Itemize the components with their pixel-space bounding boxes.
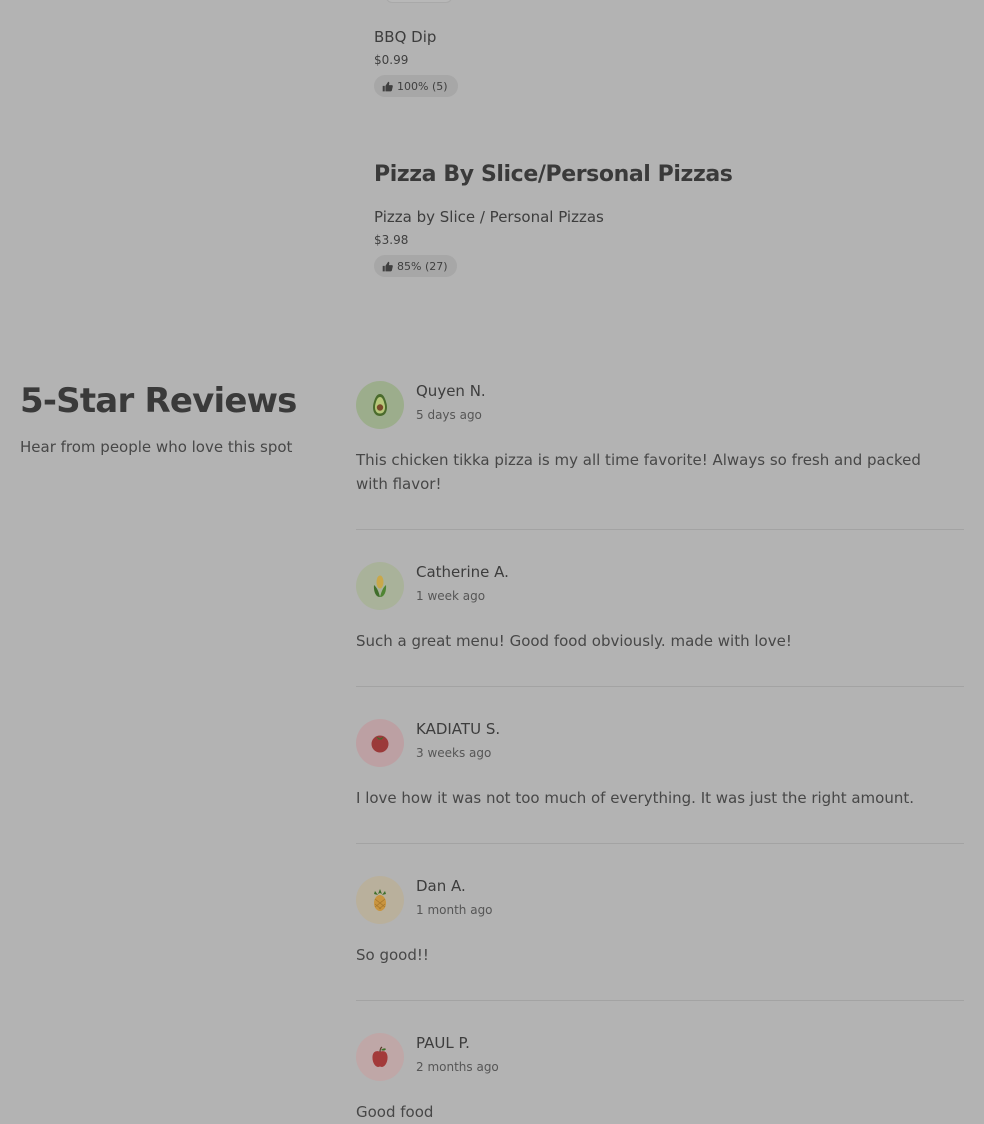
reviewer-name: Catherine A.	[416, 563, 509, 581]
rating-badge: 100% (5)	[374, 75, 458, 97]
review-divider	[356, 686, 964, 687]
category-title: Pizza By Slice/Personal Pizzas	[374, 162, 733, 187]
item-price: $0.99	[374, 53, 409, 67]
review-divider	[356, 529, 964, 530]
item-image-bottom-edge	[386, 0, 452, 3]
review-date: 3 weeks ago	[416, 746, 492, 760]
corn-icon	[373, 575, 387, 597]
review-text: Good food	[356, 1103, 434, 1121]
pineapple-icon	[374, 889, 386, 911]
reviews-heading: 5-Star Reviews	[20, 381, 297, 421]
review-date: 2 months ago	[416, 1060, 499, 1074]
review-text: So good!!	[356, 946, 429, 964]
rating-text: 85% (27)	[397, 259, 448, 273]
review-date: 5 days ago	[416, 408, 482, 422]
item-name: Pizza by Slice / Personal Pizzas	[374, 208, 604, 226]
review-text: I love how it was not too much of everyt…	[356, 789, 914, 807]
rating-badge: 85% (27)	[374, 255, 457, 277]
reviews-subheading: Hear from people who love this spot	[20, 438, 293, 456]
avatar	[356, 381, 404, 429]
thumbs-up-icon	[382, 261, 393, 271]
item-name: BBQ Dip	[374, 28, 437, 46]
rating-text: 100% (5)	[397, 79, 448, 93]
thumbs-up-icon	[382, 81, 393, 91]
menu-item-bbq-dip[interactable]: BBQ Dip $0.99 100% (5)	[374, 28, 458, 97]
avatar	[356, 876, 404, 924]
review-text: This chicken tikka pizza is my all time …	[356, 451, 921, 493]
review-text: Such a great menu! Good food obviously. …	[356, 632, 792, 650]
menu-item-pizza-slice[interactable]: Pizza by Slice / Personal Pizzas $3.98 8…	[374, 208, 604, 277]
avocado-icon	[373, 394, 387, 416]
reviewer-name: PAUL P.	[416, 1034, 470, 1052]
review-divider	[356, 843, 964, 844]
reviewer-name: Quyen N.	[416, 382, 486, 400]
reviewer-name: KADIATU S.	[416, 720, 501, 738]
item-price: $3.98	[374, 233, 409, 247]
apple-icon	[372, 1046, 388, 1067]
avatar	[356, 562, 404, 610]
avatar	[356, 719, 404, 767]
tomato-icon	[371, 735, 389, 753]
reviewer-name: Dan A.	[416, 877, 466, 895]
review-divider	[356, 1000, 964, 1001]
review-date: 1 month ago	[416, 903, 493, 917]
review-date: 1 week ago	[416, 589, 486, 603]
avatar	[356, 1033, 404, 1081]
